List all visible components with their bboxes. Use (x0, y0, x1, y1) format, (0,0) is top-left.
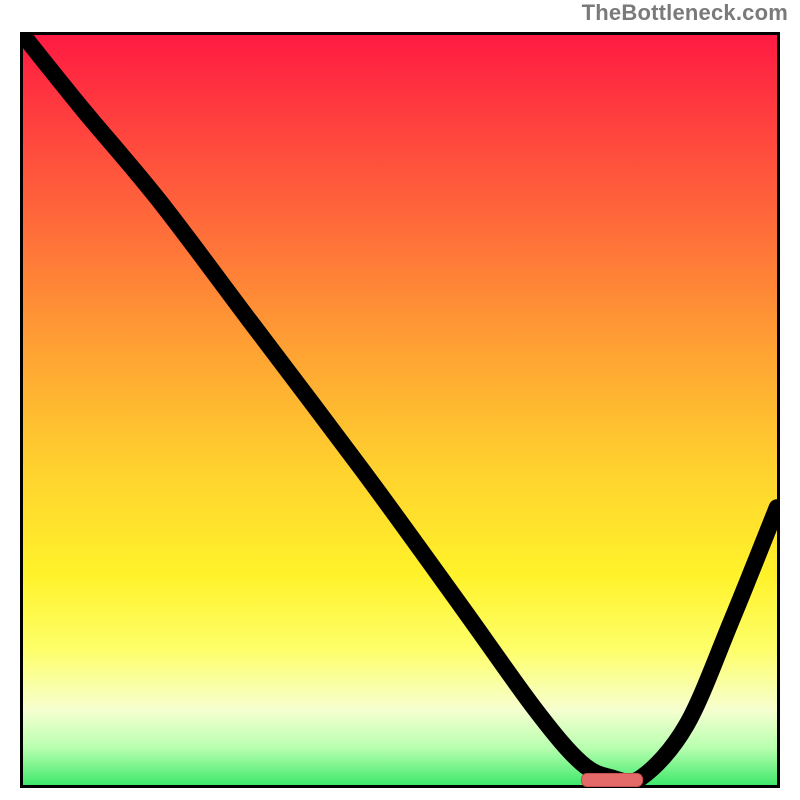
bottleneck-curve (23, 35, 777, 785)
plot-area (23, 35, 777, 785)
watermark-text: TheBottleneck.com (582, 0, 788, 26)
chart-root: TheBottleneck.com (0, 0, 800, 800)
optimal-range-marker (581, 773, 643, 787)
plot-frame (20, 32, 780, 788)
